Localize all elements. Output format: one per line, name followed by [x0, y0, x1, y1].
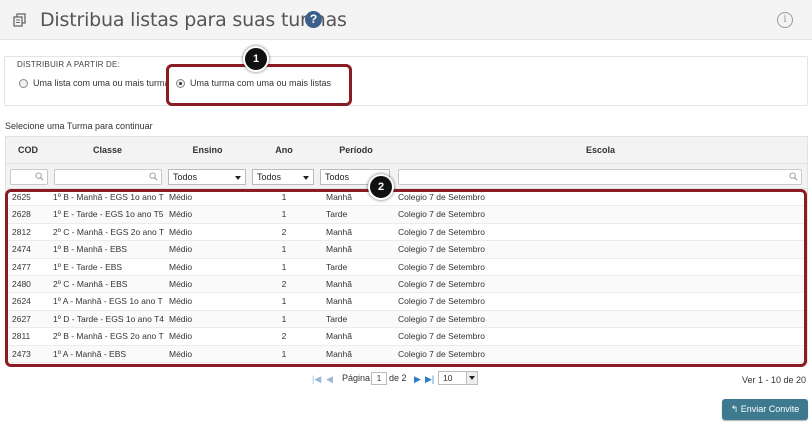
column-header-cod[interactable]: COD: [6, 137, 50, 163]
page-header: Distribua listas para suas turmas ? i: [0, 0, 812, 40]
filter-row: Todos Todos Todos: [5, 163, 808, 189]
info-icon[interactable]: i: [777, 12, 793, 28]
next-page-icon[interactable]: ▶: [414, 374, 421, 385]
column-header-periodo[interactable]: Período: [318, 137, 394, 163]
filter-classe-input[interactable]: [54, 169, 162, 185]
reply-icon: ↰: [730, 404, 739, 414]
filter-ano-select[interactable]: Todos: [252, 169, 314, 185]
distribute-legend: DISTRIBUIR A PARTIR DE:: [17, 60, 120, 69]
filter-periodo-value: Todos: [325, 172, 350, 182]
radio-button[interactable]: [19, 78, 28, 88]
callout-badge-2: 2: [368, 174, 394, 200]
copy-icon: [13, 13, 26, 27]
page-label: Página: [342, 373, 371, 383]
send-invite-button[interactable]: ↰ Enviar Convite: [722, 399, 808, 420]
page-number-input[interactable]: 1: [371, 372, 387, 385]
filter-ano-value: Todos: [257, 172, 282, 182]
filter-ensino-select[interactable]: Todos: [168, 169, 246, 185]
filter-escola-input[interactable]: [398, 169, 802, 185]
page-size-value: 10: [443, 373, 453, 383]
search-icon: [35, 172, 44, 181]
last-page-icon[interactable]: ▶|: [425, 374, 434, 385]
prev-page-icon[interactable]: ◀: [326, 374, 333, 385]
radio-label: Uma lista com uma ou mais turmas: [33, 78, 167, 88]
page-count: de 2: [389, 373, 407, 383]
filter-cod-input[interactable]: [10, 169, 48, 185]
first-page-icon[interactable]: |◀: [312, 374, 321, 385]
page-title: Distribua listas para suas turmas: [40, 9, 347, 31]
grid-header: COD Classe Ensino Ano Período Escola: [5, 136, 808, 163]
column-header-ensino[interactable]: Ensino: [165, 137, 250, 163]
records-summary: Ver 1 - 10 de 20: [741, 375, 806, 385]
radio-option-list-to-classes[interactable]: Uma lista com uma ou mais turmas: [19, 78, 167, 88]
column-header-classe[interactable]: Classe: [50, 137, 165, 163]
callout-badge-1: 1: [243, 46, 269, 72]
callout-highlight-2: [5, 189, 807, 367]
help-icon[interactable]: ?: [305, 11, 322, 28]
chevron-down-icon: [466, 372, 477, 384]
instruction-text: Selecione uma Turma para continuar: [5, 121, 153, 131]
search-icon: [789, 172, 798, 181]
chevron-down-icon: [235, 176, 241, 180]
column-header-ano[interactable]: Ano: [250, 137, 318, 163]
chevron-down-icon: [303, 176, 309, 180]
column-header-escola[interactable]: Escola: [394, 137, 807, 163]
distribute-fieldset: DISTRIBUIR A PARTIR DE: Uma lista com um…: [4, 56, 808, 106]
search-icon: [149, 172, 158, 181]
pager: |◀ ◀ Página 1 de 2 ▶ ▶| 10 Ver 1 - 10 de…: [5, 369, 808, 389]
send-invite-label: Enviar Convite: [740, 404, 800, 414]
filter-ensino-value: Todos: [173, 172, 198, 182]
page-size-select[interactable]: 10: [438, 371, 478, 385]
